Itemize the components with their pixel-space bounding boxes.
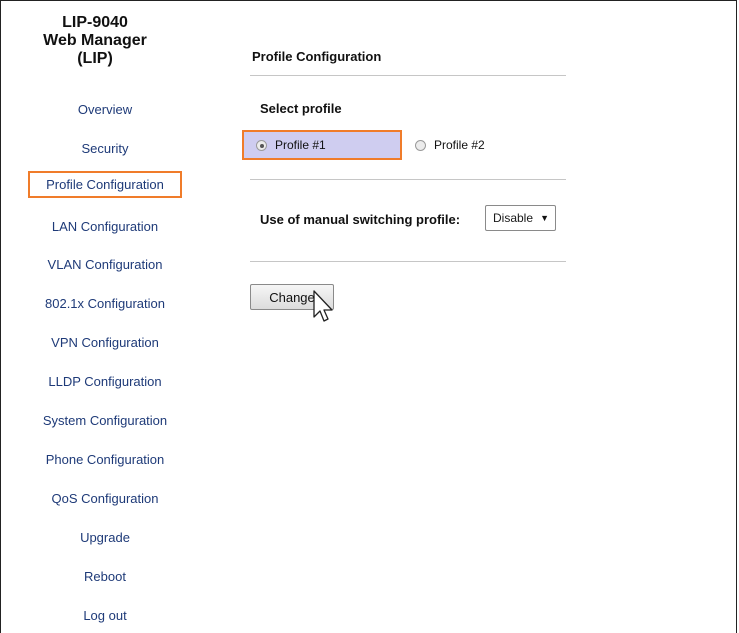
mouse-pointer-icon [313,290,333,322]
main-content: Profile Configuration Select profile Pro… [242,0,570,633]
sidebar-item-lldp-configuration[interactable]: LLDP Configuration [28,368,182,395]
triangle-down-icon: ▼ [540,213,549,223]
sidebar-item-log-out[interactable]: Log out [28,602,182,629]
sidebar-item-vlan-configuration[interactable]: VLAN Configuration [28,251,182,278]
divider [250,179,566,180]
sidebar-item-qos-configuration[interactable]: QoS Configuration [28,485,182,512]
divider [250,75,566,76]
radio-unchecked-icon [415,139,426,151]
sidebar-item-reboot[interactable]: Reboot [28,563,182,590]
sidebar-item-8021x-configuration[interactable]: 802.1x Configuration [28,290,182,317]
sidebar-item-system-configuration[interactable]: System Configuration [28,407,182,434]
profile-2-radio[interactable]: Profile #2 [415,130,485,160]
profile-1-label: Profile #1 [275,138,326,152]
sidebar-item-security[interactable]: Security [28,135,182,162]
sidebar-item-lan-configuration[interactable]: LAN Configuration [28,213,182,240]
sidebar-item-phone-configuration[interactable]: Phone Configuration [28,446,182,473]
sidebar-item-overview[interactable]: Overview [28,96,182,123]
select-profile-label: Select profile [260,101,342,116]
app-title-line-3: (LIP) [77,50,113,67]
sidebar-item-upgrade[interactable]: Upgrade [28,524,182,551]
radio-checked-icon [256,139,267,151]
divider [250,261,566,262]
sidebar: LIP-9040 Web Manager (LIP) Overview Secu… [0,0,200,633]
app-title: LIP-9040 Web Manager (LIP) [20,14,170,68]
sidebar-item-vpn-configuration[interactable]: VPN Configuration [28,329,182,356]
profile-2-label: Profile #2 [434,138,485,152]
app-title-line-2: Web Manager [43,32,147,49]
manual-switching-select[interactable]: Disable ▼ [485,205,556,231]
page-title: Profile Configuration [252,49,382,64]
profile-1-radio[interactable]: Profile #1 [242,130,402,160]
manual-switching-label: Use of manual switching profile: [260,212,461,227]
manual-switching-value: Disable [493,211,534,225]
sidebar-item-profile-configuration[interactable]: Profile Configuration [28,171,182,198]
app-title-line-1: LIP-9040 [62,14,128,31]
